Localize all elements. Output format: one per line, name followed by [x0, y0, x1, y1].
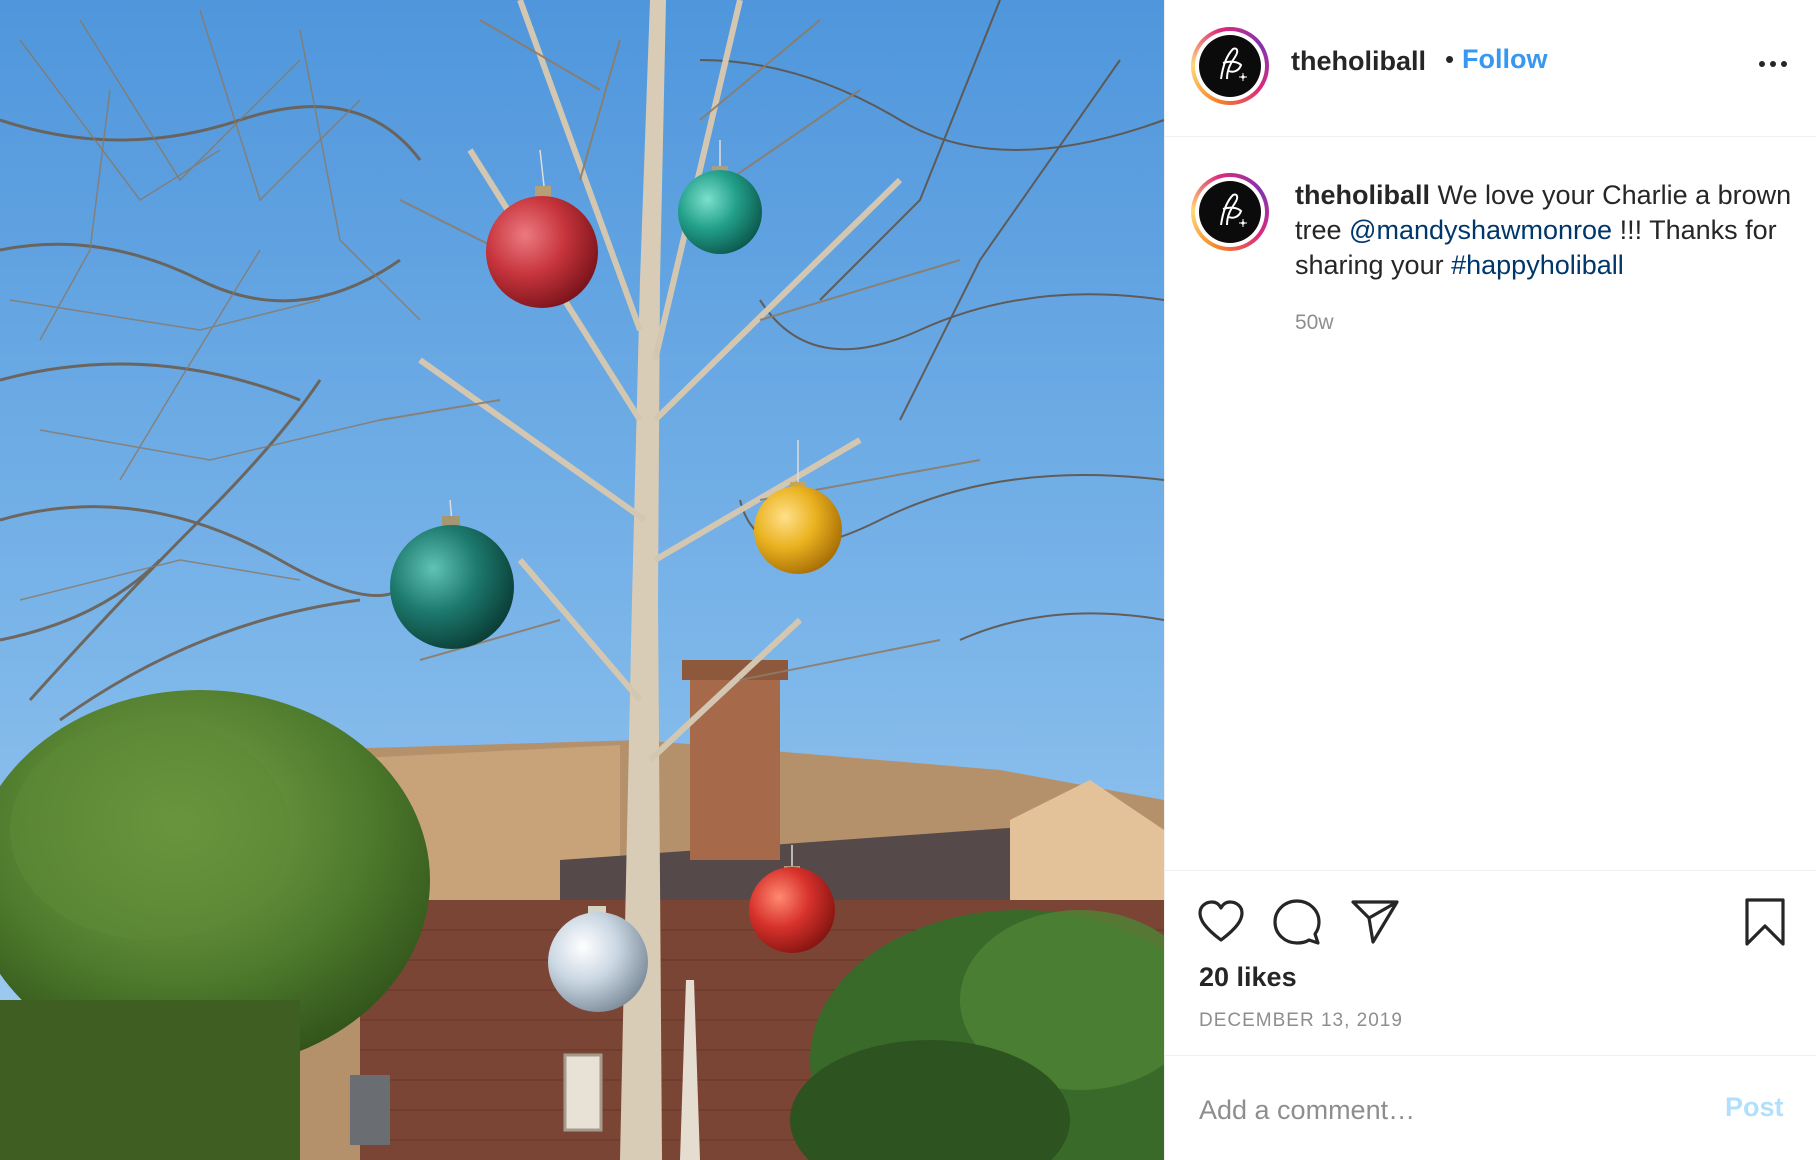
heart-icon[interactable] [1195, 896, 1247, 948]
separator-dot: • [1445, 44, 1455, 74]
post-date[interactable]: DECEMBER 13, 2019 [1199, 1010, 1403, 1032]
post-button[interactable]: Post [1725, 1092, 1784, 1123]
hashtag-link[interactable]: #happyholiball [1451, 250, 1624, 280]
likes-count[interactable]: 20 likes [1199, 962, 1297, 993]
post-age[interactable]: 50w [1295, 311, 1334, 335]
post-sidebar: theholiball • Follow theholiball We love… [1164, 0, 1816, 1160]
action-bar: 20 likes DECEMBER 13, 2019 [1165, 870, 1816, 1056]
follow-button[interactable]: Follow [1462, 44, 1547, 75]
username[interactable]: theholiball [1291, 46, 1426, 77]
caption-avatar[interactable] [1191, 173, 1269, 251]
bookmark-icon[interactable] [1739, 896, 1791, 948]
post-header: theholiball • Follow [1165, 0, 1816, 137]
mention-link[interactable]: @mandyshawmonroe [1349, 215, 1612, 245]
holiball-logo-icon [1199, 181, 1261, 243]
more-options-icon[interactable] [1755, 58, 1791, 70]
post-photo [0, 0, 1164, 1160]
speech-bubble-icon[interactable] [1271, 896, 1323, 948]
caption-username[interactable]: theholiball [1295, 180, 1430, 210]
comment-input[interactable] [1199, 1088, 1679, 1132]
comment-box: Post [1165, 1056, 1816, 1160]
post-image[interactable] [0, 0, 1164, 1160]
paper-plane-icon[interactable] [1349, 896, 1401, 948]
avatar[interactable] [1191, 27, 1269, 105]
caption-text: theholiball We love your Charlie a brown… [1295, 178, 1795, 283]
holiball-logo-icon [1199, 35, 1261, 97]
